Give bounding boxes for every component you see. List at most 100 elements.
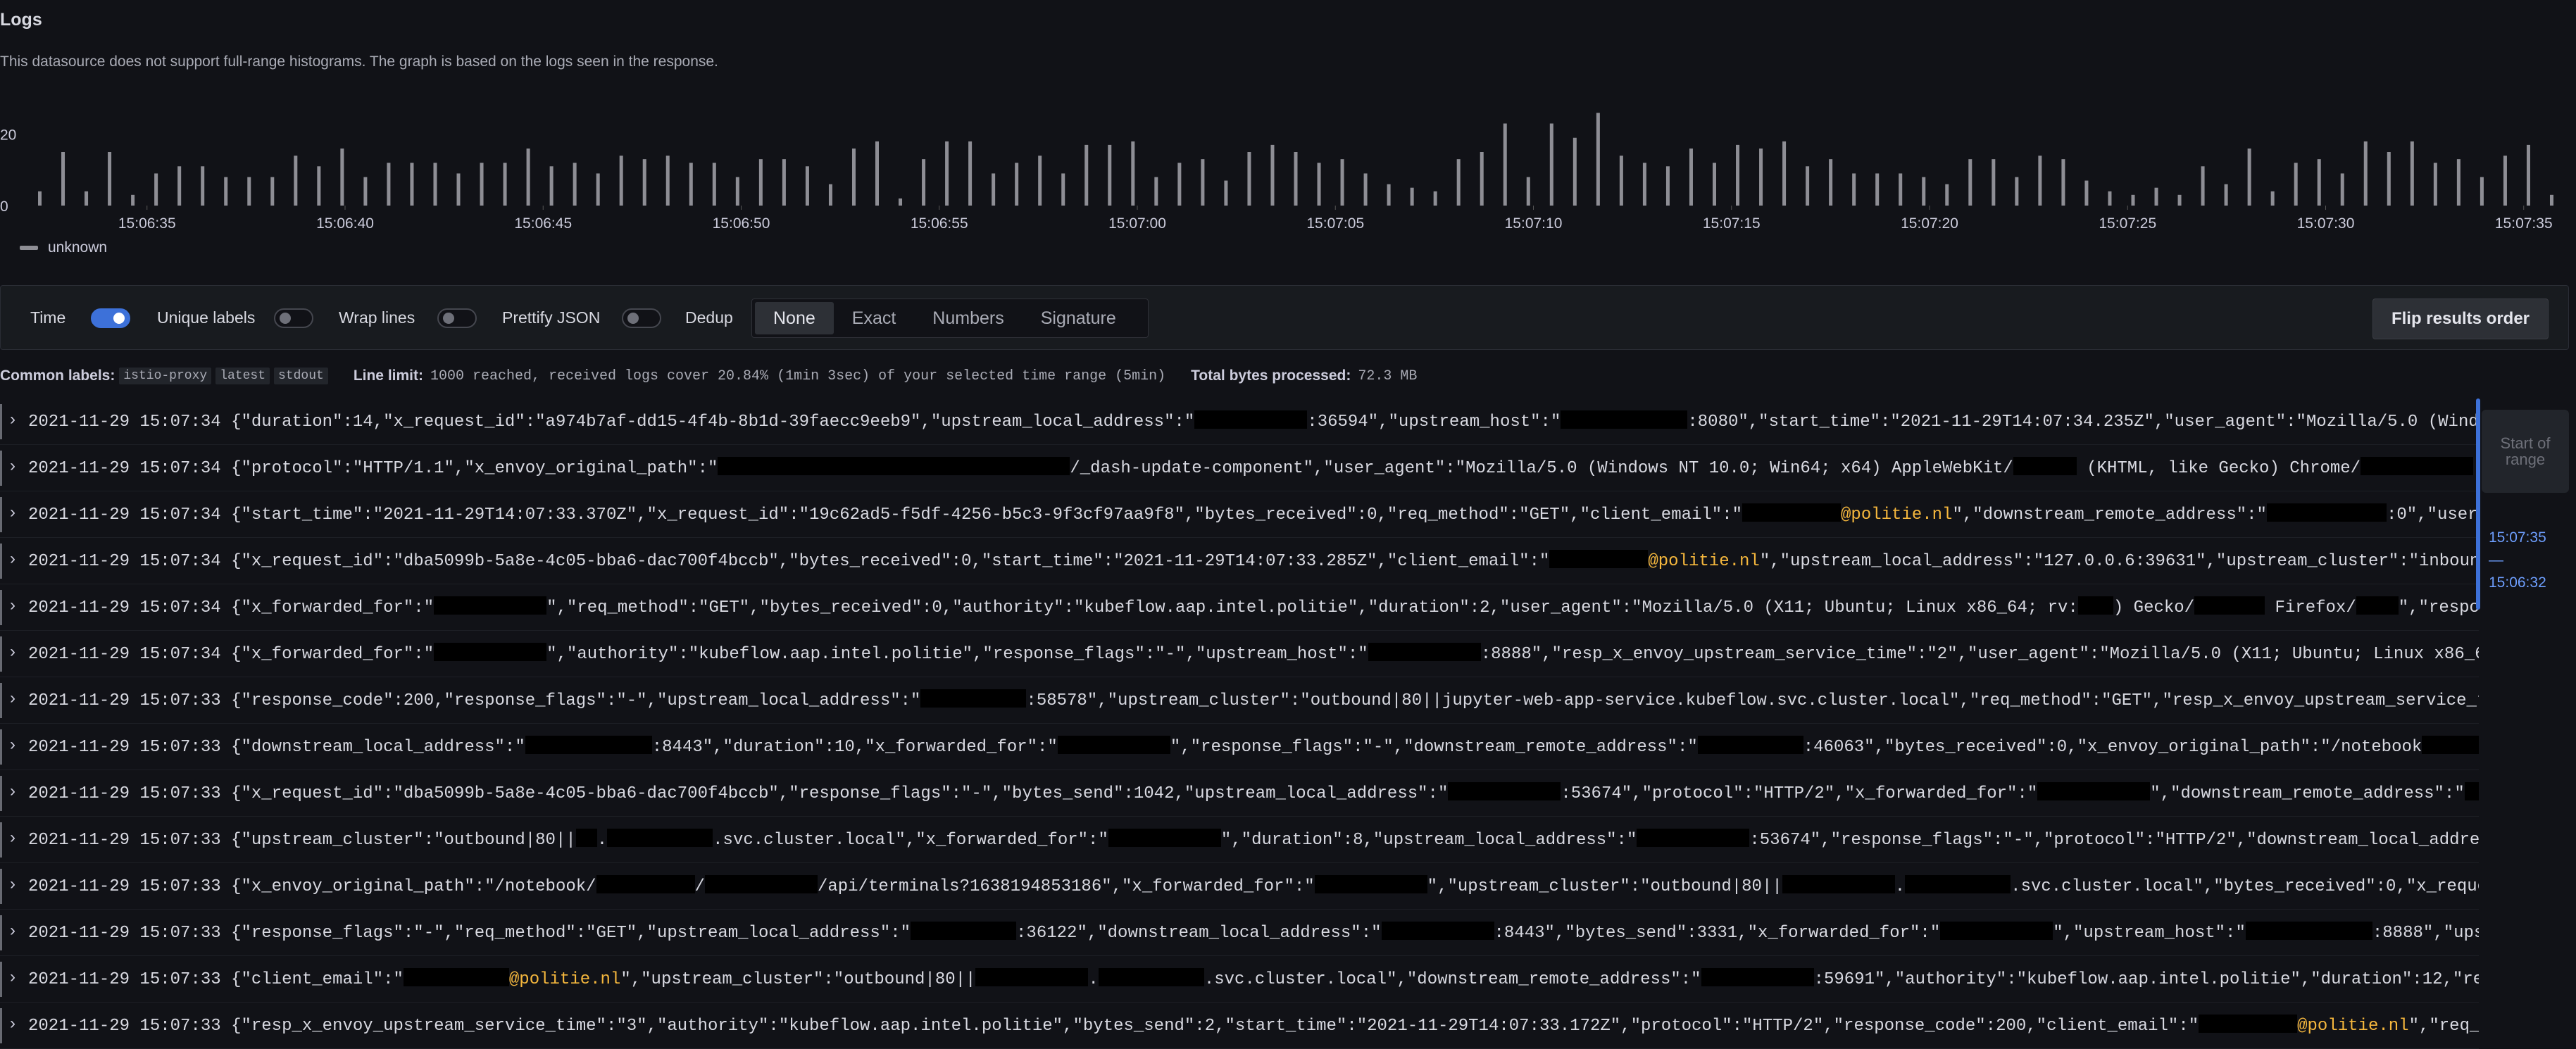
histogram-bar[interactable]	[1665, 166, 1670, 206]
histogram-bar[interactable]	[2503, 156, 2507, 206]
histogram-bar[interactable]	[1899, 173, 1903, 206]
prettify-json-toggle[interactable]	[622, 308, 661, 328]
histogram-bar[interactable]	[2433, 163, 2437, 206]
histogram-bar[interactable]	[480, 163, 484, 206]
histogram-bar[interactable]	[1294, 152, 1298, 206]
histogram-bar[interactable]	[1619, 156, 1623, 206]
histogram-bar[interactable]	[526, 148, 530, 206]
histogram-bar[interactable]	[2363, 141, 2368, 206]
histogram-bar[interactable]	[131, 194, 135, 206]
histogram-bar[interactable]	[2015, 177, 2019, 206]
histogram-bar[interactable]	[1806, 166, 1810, 206]
time-toggle[interactable]	[91, 308, 130, 328]
expand-chevron-icon[interactable]: ›	[10, 549, 15, 569]
histogram-bar[interactable]	[1247, 152, 1251, 206]
histogram-bar[interactable]	[1736, 144, 1740, 206]
histogram-bar[interactable]	[2201, 166, 2205, 206]
expand-chevron-icon[interactable]: ›	[10, 503, 15, 522]
histogram-bar[interactable]	[549, 166, 554, 206]
log-row[interactable]: › 2021-11-29 15:07:33 {"response_flags":"…	[0, 910, 2479, 956]
histogram-bar[interactable]	[1201, 159, 1205, 206]
histogram-bar[interactable]	[1317, 163, 1321, 206]
histogram-bar[interactable]	[201, 166, 205, 206]
histogram-bar[interactable]	[2456, 159, 2461, 206]
histogram-bar[interactable]	[619, 156, 623, 206]
histogram-bar[interactable]	[1503, 123, 1507, 206]
histogram-bar[interactable]	[1782, 141, 1787, 206]
histogram-bar[interactable]	[317, 166, 321, 206]
histogram-bar[interactable]	[340, 148, 344, 206]
legend-label[interactable]: unknown	[48, 239, 107, 256]
histogram-bar[interactable]	[1922, 177, 1926, 206]
histogram-bar[interactable]	[596, 173, 600, 206]
histogram-bar[interactable]	[85, 191, 89, 206]
histogram-bar[interactable]	[1968, 159, 1972, 206]
histogram-bar[interactable]	[2294, 163, 2298, 206]
expand-chevron-icon[interactable]: ›	[10, 967, 15, 987]
log-row[interactable]: › 2021-11-29 15:07:34 {"start_time":"2021…	[0, 491, 2479, 538]
histogram-bar[interactable]	[270, 177, 275, 206]
log-row[interactable]: › 2021-11-29 15:07:34 {"duration":14,"x_r…	[0, 398, 2479, 445]
log-row[interactable]: › 2021-11-29 15:07:34 {"x_forwarded_for":…	[0, 584, 2479, 631]
start-of-range-button[interactable]: Start of range	[2482, 410, 2569, 493]
expand-chevron-icon[interactable]: ›	[10, 642, 15, 662]
histogram-bar[interactable]	[2247, 148, 2251, 206]
histogram-bar[interactable]	[2224, 184, 2228, 206]
histogram-bar[interactable]	[851, 148, 856, 206]
histogram-bar[interactable]	[1433, 191, 1437, 206]
histogram-bar[interactable]	[38, 191, 42, 206]
expand-chevron-icon[interactable]: ›	[10, 735, 15, 755]
log-row[interactable]: › 2021-11-29 15:07:33 {"downstream_local_…	[0, 724, 2479, 770]
histogram-bar[interactable]	[433, 163, 437, 206]
log-row[interactable]: › 2021-11-29 15:07:33 {"x_request_id":"db…	[0, 770, 2479, 817]
histogram-bar[interactable]	[1340, 159, 1344, 206]
histogram-bar[interactable]	[1270, 144, 1275, 206]
log-row[interactable]: › 2021-11-29 15:07:33 {"client_email":" @p…	[0, 956, 2479, 1003]
histogram-bar[interactable]	[805, 166, 809, 206]
histogram-bar[interactable]	[875, 141, 880, 206]
expand-chevron-icon[interactable]: ›	[10, 410, 15, 429]
histogram-bar[interactable]	[2038, 156, 2042, 206]
expand-chevron-icon[interactable]: ›	[10, 828, 15, 848]
histogram-bar[interactable]	[247, 177, 251, 206]
unique-labels-toggle[interactable]	[274, 308, 313, 328]
histogram-bar[interactable]	[1015, 163, 1019, 206]
histogram-bar[interactable]	[758, 159, 763, 206]
histogram-bar[interactable]	[2480, 177, 2484, 206]
histogram-bar[interactable]	[2410, 141, 2414, 206]
histogram-bar[interactable]	[1224, 180, 1228, 206]
expand-chevron-icon[interactable]: ›	[10, 1014, 15, 1034]
histogram-bar[interactable]	[2108, 191, 2112, 206]
histogram-bar[interactable]	[828, 184, 832, 206]
histogram-bar[interactable]	[782, 159, 786, 206]
dedup-option-none[interactable]: None	[755, 302, 834, 334]
histogram-bar[interactable]	[1084, 144, 1089, 206]
histogram-bar[interactable]	[2549, 194, 2553, 206]
histogram-bar[interactable]	[1852, 173, 1856, 206]
histogram-bar[interactable]	[1363, 173, 1368, 206]
histogram-bar[interactable]	[665, 156, 670, 206]
histogram-bar[interactable]	[2526, 144, 2530, 206]
histogram-bar[interactable]	[1410, 187, 1414, 206]
histogram-bar[interactable]	[992, 173, 996, 206]
histogram-bar[interactable]	[1549, 123, 1553, 206]
histogram-bar[interactable]	[1642, 163, 1646, 206]
histogram-bar[interactable]	[689, 163, 693, 206]
histogram-bar[interactable]	[108, 152, 112, 206]
log-row[interactable]: › 2021-11-29 15:07:33 {"upstream_cluster"…	[0, 817, 2479, 863]
flip-results-order-button[interactable]: Flip results order	[2372, 299, 2549, 339]
histogram-bar[interactable]	[294, 156, 298, 206]
histogram-bar[interactable]	[712, 163, 716, 206]
histogram-bar[interactable]	[1456, 159, 1461, 206]
histogram-bar[interactable]	[2154, 187, 2158, 206]
histogram-bar[interactable]	[2061, 159, 2065, 206]
histogram-bar[interactable]	[1829, 159, 1833, 206]
log-row[interactable]: › 2021-11-29 15:07:33 {"response_code":20…	[0, 677, 2479, 724]
histogram-bar[interactable]	[154, 173, 158, 206]
histogram-bar[interactable]	[2177, 194, 2182, 206]
histogram-bar[interactable]	[1759, 148, 1763, 206]
histogram-bar[interactable]	[410, 163, 414, 206]
histogram-bar[interactable]	[1108, 144, 1112, 206]
log-row[interactable]: › 2021-11-29 15:07:34 {"x_request_id":"db…	[0, 538, 2479, 584]
histogram-bar[interactable]	[1596, 113, 1600, 206]
